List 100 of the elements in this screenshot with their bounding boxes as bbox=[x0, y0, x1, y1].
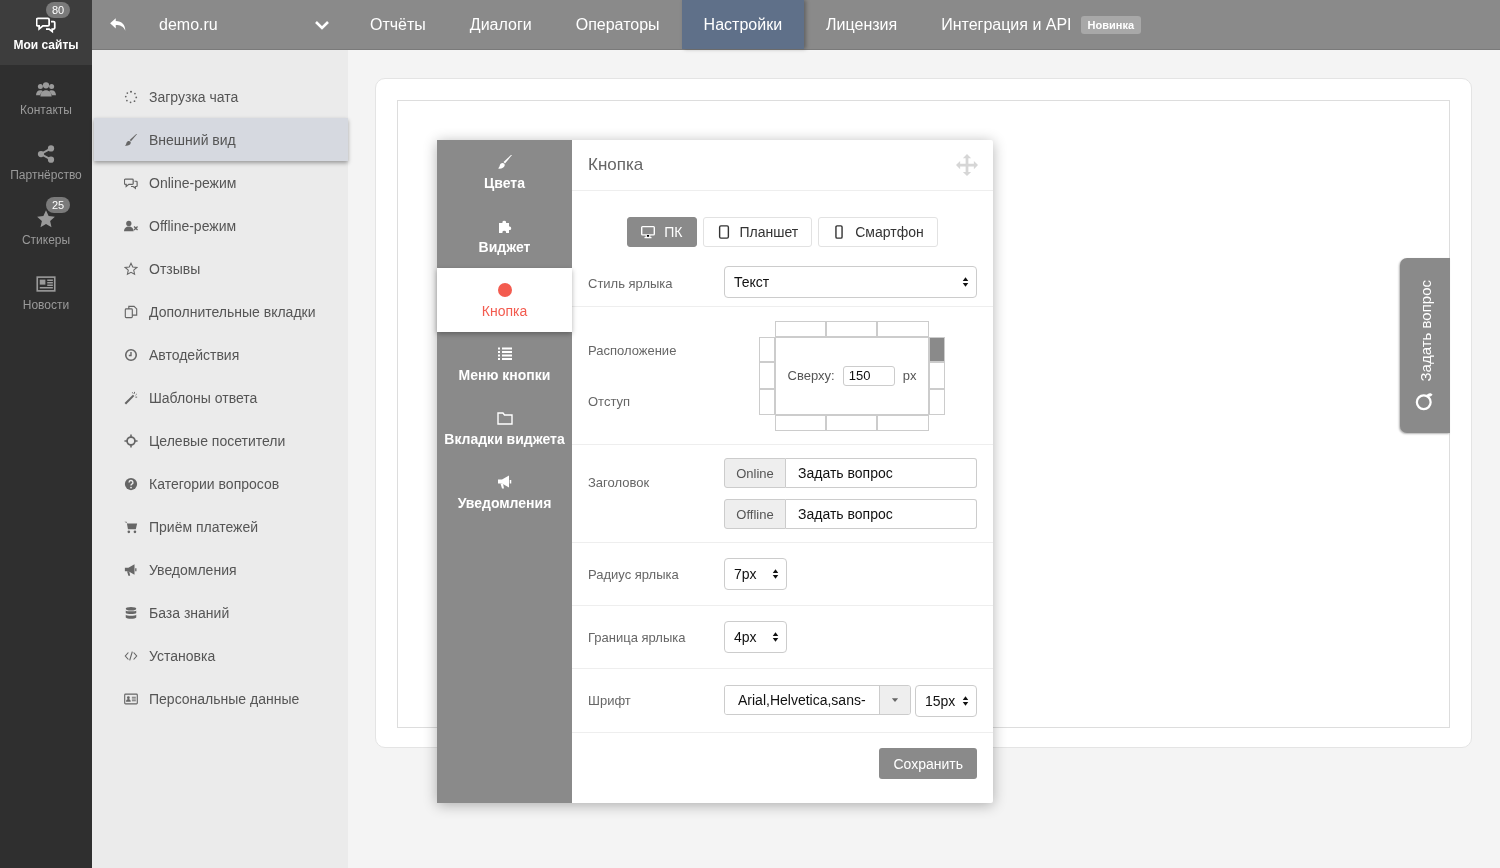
brush-icon bbox=[124, 132, 138, 147]
database-icon bbox=[124, 605, 138, 620]
count-badge: 80 bbox=[46, 1, 71, 18]
select-field[interactable]: 15px bbox=[915, 684, 977, 717]
device-button[interactable]: ПК bbox=[627, 217, 697, 247]
title-input[interactable]: Задать вопрос bbox=[786, 499, 977, 529]
brush-icon bbox=[496, 153, 513, 170]
position-cell[interactable] bbox=[929, 361, 945, 389]
device-button[interactable]: Планшет bbox=[702, 217, 813, 247]
input-addon: Online bbox=[724, 458, 786, 488]
site-selector[interactable]: demo.ru bbox=[159, 15, 314, 34]
count-badge: 25 bbox=[46, 196, 71, 213]
nav-tab[interactable]: Интеграция и API Новинка bbox=[919, 0, 1164, 49]
select-field[interactable]: Текст bbox=[724, 266, 977, 298]
input-addon: Offline bbox=[724, 499, 786, 529]
help-icon bbox=[124, 476, 138, 491]
title-input[interactable]: Задать вопрос bbox=[786, 458, 977, 488]
dialog-tab[interactable]: Виджет bbox=[437, 204, 572, 268]
sidebar-item[interactable]: Offline-режим bbox=[92, 204, 348, 247]
dropdown-button[interactable] bbox=[879, 685, 910, 714]
sidebar-item[interactable]: Автодействия bbox=[92, 333, 348, 376]
sidebar-item[interactable]: Приём платежей bbox=[92, 505, 348, 548]
position-cell[interactable] bbox=[775, 320, 826, 337]
id-card-icon bbox=[124, 691, 138, 706]
new-badge: Новинка bbox=[1080, 15, 1142, 34]
tabs-icon bbox=[124, 304, 138, 319]
clock-icon bbox=[124, 347, 138, 362]
cart-icon bbox=[124, 519, 138, 534]
offset-input[interactable]: 150 bbox=[842, 365, 895, 386]
font-field[interactable]: Arial,Helvetica,sans- bbox=[724, 684, 911, 715]
sidebar-item[interactable]: Загрузка чата bbox=[92, 75, 348, 118]
dot-icon bbox=[496, 281, 513, 298]
bullhorn-icon bbox=[124, 562, 138, 577]
ask-question-tab[interactable]: Задать вопрос bbox=[1400, 258, 1450, 433]
move-icon[interactable] bbox=[956, 154, 978, 176]
select-arrows-icon bbox=[960, 276, 971, 288]
offset-label: Сверху: bbox=[787, 368, 835, 383]
select-arrows-icon bbox=[770, 631, 781, 643]
spinner-icon bbox=[124, 89, 138, 104]
position-cell[interactable] bbox=[826, 320, 877, 337]
nav-tab[interactable]: Диалоги bbox=[447, 0, 554, 49]
nav-tab[interactable]: Настройки bbox=[681, 0, 805, 49]
share-icon bbox=[36, 143, 56, 164]
sidebar-item[interactable]: Категории вопросов bbox=[92, 462, 348, 505]
unit-label: px bbox=[902, 368, 917, 383]
nav-tab[interactable]: Операторы bbox=[553, 0, 682, 49]
select-field[interactable]: 7px bbox=[724, 558, 787, 590]
position-cell[interactable] bbox=[929, 336, 945, 362]
sidebar-item[interactable]: База знаний bbox=[92, 591, 348, 634]
dialog-tab[interactable]: Цвета bbox=[437, 140, 572, 204]
select-arrows-icon bbox=[770, 568, 781, 580]
nav-tab[interactable]: Лицензия bbox=[804, 0, 920, 49]
position-cell[interactable] bbox=[877, 320, 929, 337]
field-label: Стиль ярлыка bbox=[588, 276, 674, 291]
sidebar-item[interactable]: Online-режим bbox=[92, 161, 348, 204]
crosshair-icon bbox=[124, 433, 138, 448]
list-icon bbox=[496, 345, 513, 362]
select-arrows-icon bbox=[960, 694, 971, 707]
star-icon bbox=[36, 208, 56, 229]
field-label: Шрифт bbox=[588, 693, 632, 708]
sidebar-item[interactable]: Отзывы bbox=[92, 247, 348, 290]
position-cell[interactable] bbox=[759, 336, 775, 362]
device-button[interactable]: Смартфон bbox=[818, 217, 938, 247]
sidebar-item[interactable]: Персональные данные bbox=[92, 677, 348, 720]
rail-item[interactable]: Контакты bbox=[0, 65, 92, 130]
dialog-tab[interactable]: Меню кнопки bbox=[437, 332, 572, 396]
bullhorn-icon bbox=[496, 473, 513, 490]
sidebar-item[interactable]: Целевые посетители bbox=[92, 419, 348, 462]
sidebar-item[interactable]: Дополнительные вкладки bbox=[92, 290, 348, 333]
dialog-tab[interactable]: Вкладки виджета bbox=[437, 396, 572, 460]
field-label: Расположение bbox=[588, 342, 678, 358]
rail-item[interactable]: Новости bbox=[0, 260, 92, 325]
tablet-icon bbox=[716, 225, 731, 239]
dialog-tab[interactable]: Кнопка bbox=[437, 268, 572, 332]
rail-item[interactable]: Партнёрство bbox=[0, 130, 92, 195]
dialog-tab[interactable]: Уведомления bbox=[437, 460, 572, 524]
position-cell[interactable] bbox=[826, 414, 877, 431]
sidebar-item[interactable]: Внешний вид bbox=[94, 118, 348, 161]
folder-icon bbox=[496, 409, 513, 426]
monitor-icon bbox=[641, 225, 656, 239]
position-cell[interactable] bbox=[877, 414, 929, 431]
field-label: Отступ bbox=[588, 393, 632, 409]
position-cell[interactable] bbox=[759, 361, 775, 389]
rail-item[interactable]: 80 Мои сайты bbox=[0, 0, 92, 65]
sidebar-item[interactable]: Установка bbox=[92, 634, 348, 677]
newspaper-icon bbox=[36, 273, 56, 294]
field-label: Заголовок bbox=[588, 475, 651, 490]
sidebar-item[interactable]: Уведомления bbox=[92, 548, 348, 591]
wand-icon bbox=[124, 390, 138, 405]
field-label: Радиус ярлыка bbox=[588, 566, 680, 582]
position-cell[interactable] bbox=[759, 388, 775, 415]
field-label: Граница ярлыка bbox=[588, 629, 687, 645]
nav-tab[interactable]: Отчёты bbox=[348, 0, 448, 49]
position-cell[interactable] bbox=[775, 414, 826, 431]
save-button[interactable]: Сохранить bbox=[879, 748, 977, 779]
position-cell[interactable] bbox=[929, 388, 945, 415]
sidebar-item[interactable]: Шаблоны ответа bbox=[92, 376, 348, 419]
dialog-title: Кнопка bbox=[588, 155, 644, 175]
select-field[interactable]: 4px bbox=[724, 621, 787, 653]
rail-item[interactable]: 25 Стикеры bbox=[0, 195, 92, 260]
